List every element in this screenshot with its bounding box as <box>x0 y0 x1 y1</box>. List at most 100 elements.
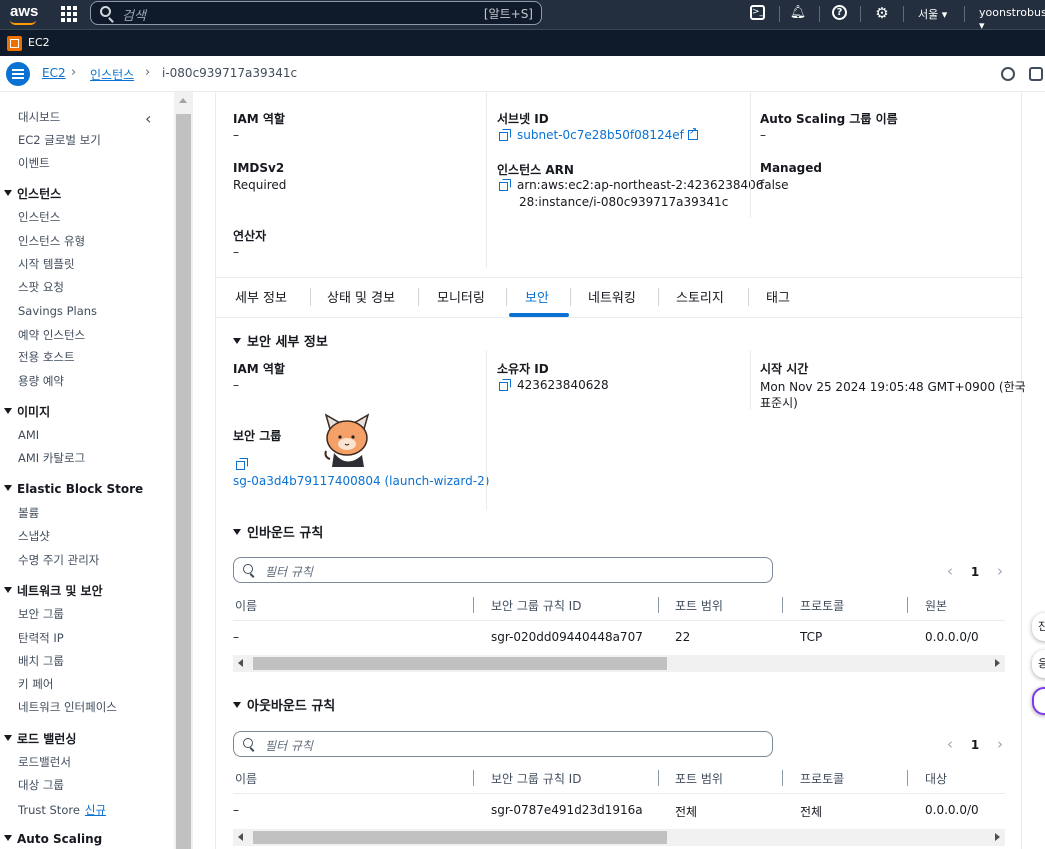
chevron-right-icon[interactable]: › <box>997 562 1003 580</box>
sidebar-section-instances[interactable]: 인스턴스 <box>4 185 61 202</box>
notifications-panel-icon[interactable] <box>1029 67 1043 81</box>
security-group-link[interactable]: sg-0a3d4b79117400804 (launch-wizard-2) <box>233 474 489 488</box>
column-header-name[interactable]: 이름 <box>235 770 257 787</box>
tab-monitoring[interactable]: 모니터링 <box>437 287 485 306</box>
breadcrumb-instances[interactable]: 인스턴스 <box>90 66 134 83</box>
security-group-copy[interactable] <box>236 457 254 471</box>
tab-storage[interactable]: 스토리지 <box>676 287 724 306</box>
inbound-row-port: 22 <box>675 630 691 644</box>
sidebar-section-ebs[interactable]: Elastic Block Store <box>4 482 143 496</box>
external-link-icon <box>687 126 698 140</box>
sidebar-scrollbar[interactable] <box>174 92 193 849</box>
chevron-left-icon[interactable]: ‹ <box>947 562 953 580</box>
sidebar-item-events[interactable]: 이벤트 <box>18 155 50 171</box>
chevron-right-icon[interactable]: › <box>997 735 1003 753</box>
column-header-rule-id[interactable]: 보안 그룹 규칙 ID <box>491 597 581 614</box>
outbound-pagination: ‹ 1 › <box>947 735 1003 753</box>
sidebar-item-reserved-instances[interactable]: 예약 인스턴스 <box>18 327 85 343</box>
current-page[interactable]: 1 <box>971 565 979 579</box>
sidebar-item-capacity-reservations[interactable]: 용량 예약 <box>18 373 64 389</box>
sidebar-section-network-security[interactable]: 네트워크 및 보안 <box>4 582 103 599</box>
sidebar-item-volumes[interactable]: 볼륨 <box>18 505 39 521</box>
inbound-rules-heading[interactable]: 인바운드 규칙 <box>233 522 323 541</box>
column-header-protocol[interactable]: 프로토콜 <box>800 597 844 614</box>
sidebar-item-snapshots[interactable]: 스냅샷 <box>18 528 50 544</box>
column-resizer[interactable] <box>658 597 659 613</box>
sidebar-item-key-pairs[interactable]: 키 페어 <box>18 676 53 692</box>
region-selector[interactable]: 서울 ▾ <box>918 6 947 22</box>
sidebar-item-target-groups[interactable]: 대상 그룹 <box>18 777 64 793</box>
floating-help-button[interactable]: 응 <box>1032 650 1045 678</box>
sidebar-item-trust-store[interactable]: Trust Store 신규 <box>18 802 106 818</box>
sidebar-item-placement-groups[interactable]: 배치 그룹 <box>18 653 64 669</box>
sidebar-item-ami-catalog[interactable]: AMI 카탈로그 <box>18 450 85 466</box>
sidebar-item-instances[interactable]: 인스턴스 <box>18 209 60 225</box>
sidebar-item-network-interfaces[interactable]: 네트워크 인터페이스 <box>18 699 117 715</box>
sidebar-item-spot-requests[interactable]: 스팟 요청 <box>18 279 64 295</box>
sidebar-section-auto-scaling[interactable]: Auto Scaling <box>4 832 102 846</box>
imdsv2-value: Required <box>233 178 287 192</box>
subnet-id-link[interactable]: subnet-0c7e28b50f08124ef <box>499 126 698 142</box>
assistant-icon[interactable] <box>1032 687 1045 715</box>
chevron-left-icon[interactable]: ‹ <box>947 735 953 753</box>
iam-role-value: – <box>233 128 239 142</box>
sidebar-section-load-balancing[interactable]: 로드 밸런싱 <box>4 730 76 747</box>
copy-icon[interactable] <box>236 458 248 470</box>
outbound-rules-heading[interactable]: 아웃바운드 규칙 <box>233 695 335 714</box>
sidebar-item-savings-plans[interactable]: Savings Plans <box>18 304 97 318</box>
column-resizer[interactable] <box>658 770 659 786</box>
outbound-row-protocol: 전체 <box>800 805 823 819</box>
bell-icon[interactable]: 🔔︎ <box>789 4 807 22</box>
floating-feedback-button[interactable]: 진 <box>1032 613 1045 641</box>
sidebar-item-global-view[interactable]: EC2 글로벌 보기 <box>18 132 101 148</box>
current-page[interactable]: 1 <box>971 738 979 752</box>
cloudshell-icon[interactable]: >_ <box>750 5 765 20</box>
sidebar-item-lifecycle-manager[interactable]: 수명 주기 관리자 <box>18 552 99 568</box>
copy-icon[interactable] <box>499 179 511 191</box>
sidebar-item-instance-types[interactable]: 인스턴스 유형 <box>18 233 85 249</box>
column-header-port-range[interactable]: 포트 범위 <box>675 770 723 787</box>
sidebar-item-dedicated-hosts[interactable]: 전용 호스트 <box>18 349 75 365</box>
copy-icon[interactable] <box>499 129 511 141</box>
sidebar-item-security-groups[interactable]: 보안 그룹 <box>18 606 64 622</box>
sidebar-item-load-balancers[interactable]: 로드밸런서 <box>18 754 71 770</box>
services-grid-icon[interactable] <box>61 6 77 22</box>
inbound-horizontal-scrollbar[interactable] <box>233 655 1005 672</box>
gear-icon[interactable]: ⚙ <box>873 4 891 22</box>
tab-details[interactable]: 세부 정보 <box>235 287 287 306</box>
outbound-horizontal-scrollbar[interactable] <box>233 829 1005 846</box>
settings-hex-icon[interactable] <box>1001 67 1015 81</box>
sidebar-section-images[interactable]: 이미지 <box>4 403 50 420</box>
column-header-rule-id[interactable]: 보안 그룹 규칙 ID <box>491 770 581 787</box>
column-resizer[interactable] <box>782 597 783 613</box>
service-label[interactable]: EC2 <box>28 36 50 49</box>
help-icon[interactable]: ? <box>832 5 847 20</box>
inbound-filter-input[interactable]: 필터 규칙 <box>233 557 773 583</box>
tab-tags[interactable]: 태그 <box>766 287 790 306</box>
outbound-filter-input[interactable]: 필터 규칙 <box>233 731 773 757</box>
sidebar-item-elastic-ips[interactable]: 탄력적 IP <box>18 630 64 646</box>
column-resizer[interactable] <box>782 770 783 786</box>
aws-logo[interactable]: aws <box>8 3 40 25</box>
breadcrumb-ec2[interactable]: EC2 <box>42 66 66 80</box>
column-header-protocol[interactable]: 프로토콜 <box>800 770 844 787</box>
security-details-heading[interactable]: 보안 세부 정보 <box>233 331 328 350</box>
column-header-source[interactable]: 원본 <box>925 597 947 614</box>
tab-networking[interactable]: 네트워킹 <box>588 287 636 306</box>
tab-status-alarms[interactable]: 상태 및 경보 <box>327 287 395 306</box>
copy-icon[interactable] <box>499 379 511 391</box>
column-header-destination[interactable]: 대상 <box>925 770 947 787</box>
sidebar-item-dashboard[interactable]: 대시보드 <box>18 109 60 125</box>
tab-security[interactable]: 보안 <box>525 287 549 306</box>
column-resizer[interactable] <box>907 770 908 786</box>
global-search-input[interactable]: 검색 [알트+S] <box>90 1 542 25</box>
close-sidebar-icon[interactable]: ‹ <box>145 109 151 128</box>
column-resizer[interactable] <box>473 597 474 613</box>
column-resizer[interactable] <box>907 597 908 613</box>
column-resizer[interactable] <box>473 770 474 786</box>
column-header-name[interactable]: 이름 <box>235 597 257 614</box>
sidebar-item-launch-templates[interactable]: 시작 템플릿 <box>18 256 75 272</box>
sidebar-item-ami[interactable]: AMI <box>18 428 39 442</box>
column-header-port-range[interactable]: 포트 범위 <box>675 597 723 614</box>
side-menu-button[interactable] <box>6 62 30 86</box>
